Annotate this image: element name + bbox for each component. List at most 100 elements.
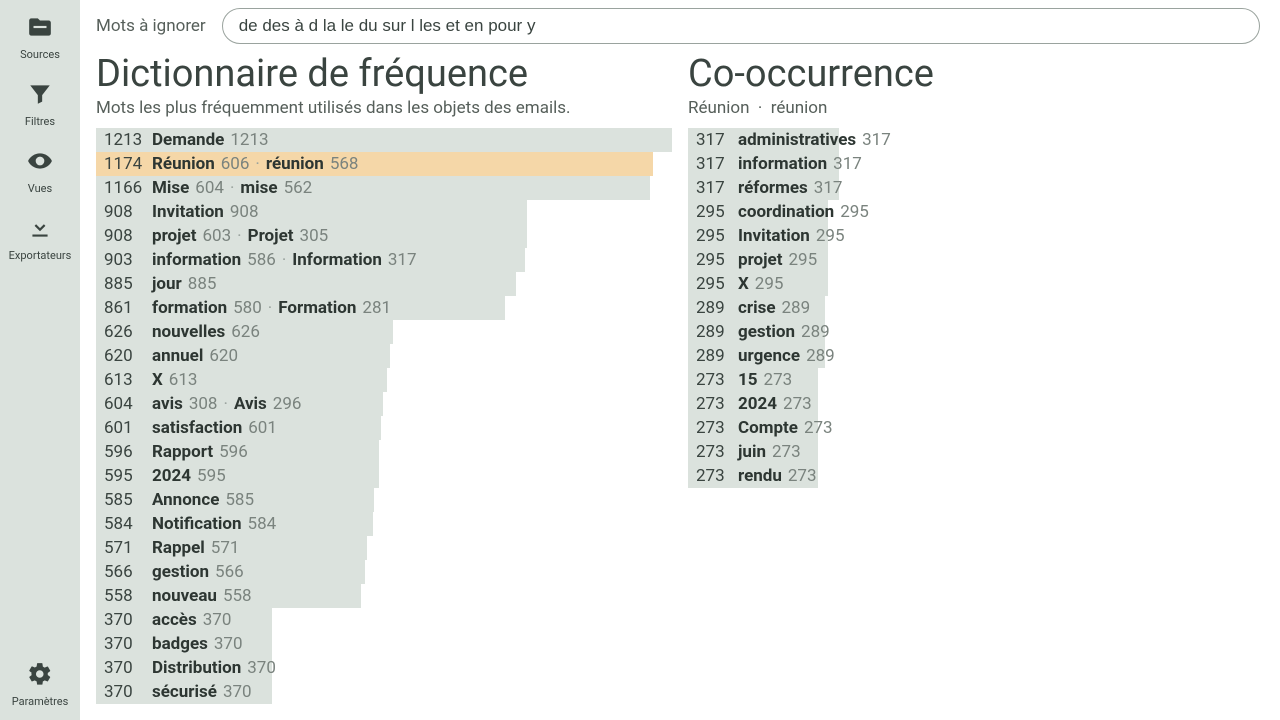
word: Avis <box>234 394 267 414</box>
word: Demande <box>152 130 224 150</box>
word: nouveau <box>152 586 217 606</box>
row-words: information317 <box>738 154 862 174</box>
frequency-row[interactable]: 613X613 <box>96 368 672 392</box>
frequency-row[interactable]: 370badges370 <box>96 632 672 656</box>
sidebar-item-sources[interactable]: Sources <box>9 6 72 73</box>
row-total: 295 <box>696 202 732 222</box>
row-total: 273 <box>696 370 732 390</box>
row-words: projet295 <box>738 250 817 270</box>
row-total: 273 <box>696 394 732 414</box>
eye-icon <box>27 148 53 178</box>
ignore-words-input[interactable] <box>222 8 1260 44</box>
row-total: 601 <box>104 418 146 438</box>
frequency-row[interactable]: 861 formation580·Formation281 <box>96 296 672 320</box>
row-words: gestion566 <box>152 562 244 582</box>
cooccurrence-row[interactable]: 295X295 <box>688 272 1260 296</box>
frequency-row[interactable]: 585Annonce585 <box>96 488 672 512</box>
word: mise <box>240 178 277 198</box>
separator-dot: · <box>282 250 286 270</box>
frequency-row[interactable]: 908Invitation908 <box>96 200 672 224</box>
cooccurrence-row[interactable]: 289crise289 <box>688 296 1260 320</box>
frequency-row[interactable]: 885jour885 <box>96 272 672 296</box>
word-count: 370 <box>203 610 232 630</box>
word-count: 1213 <box>230 130 268 150</box>
frequency-row[interactable]: 370Distribution 370 <box>96 656 672 680</box>
word-count: 580 <box>233 298 262 318</box>
word: X <box>738 274 749 294</box>
subtitle-word: réunion <box>771 98 828 118</box>
frequency-row[interactable]: 5952024595 <box>96 464 672 488</box>
frequency-row[interactable]: 626nouvelles626 <box>96 320 672 344</box>
row-total: 595 <box>104 466 146 486</box>
word: badges <box>152 634 208 654</box>
sidebar-item-filtres[interactable]: Filtres <box>9 73 72 140</box>
sidebar-item-exportateurs[interactable]: Exportateurs <box>9 207 72 274</box>
row-words: Invitation908 <box>152 202 259 222</box>
word: Projet <box>248 226 294 246</box>
row-words: réformes317 <box>738 178 842 198</box>
row-words: formation580·Formation281 <box>152 298 391 318</box>
word-count: 370 <box>247 658 276 678</box>
frequency-row[interactable]: 620annuel620 <box>96 344 672 368</box>
row-words: badges370 <box>152 634 243 654</box>
word-count: 568 <box>330 154 359 174</box>
cooccurrence-row[interactable]: 289gestion289 <box>688 320 1260 344</box>
word: Invitation <box>152 202 224 222</box>
frequency-row[interactable]: 558nouveau558 <box>96 584 672 608</box>
frequency-row[interactable]: 370accès370 <box>96 608 672 632</box>
row-total: 1166 <box>104 178 146 198</box>
frequency-row[interactable]: 1166Mise604·mise562 <box>96 176 672 200</box>
row-words: Distribution 370 <box>152 658 276 678</box>
cooccurrence-row[interactable]: 295projet295 <box>688 248 1260 272</box>
row-total: 861 <box>104 298 146 318</box>
sidebar: SourcesFiltresVues Exportateurs Paramètre… <box>0 0 80 720</box>
row-total: 885 <box>104 274 146 294</box>
cooccurrence-row[interactable]: 273rendu273 <box>688 464 1260 488</box>
frequency-row[interactable]: 903information586·Information317 <box>96 248 672 272</box>
word: satisfaction <box>152 418 242 438</box>
word: 15 <box>738 370 758 390</box>
frequency-row[interactable]: 1174Réunion606·réunion568 <box>96 152 672 176</box>
cooccurrence-row[interactable]: 289urgence289 <box>688 344 1260 368</box>
word: Compte <box>738 418 798 438</box>
cooccurrence-row[interactable]: 2732024273 <box>688 392 1260 416</box>
word: Distribution <box>152 658 241 678</box>
word-count: 571 <box>211 538 240 558</box>
frequency-row[interactable]: 601satisfaction601 <box>96 416 672 440</box>
word: Rappel <box>152 538 205 558</box>
frequency-row[interactable]: 566gestion566 <box>96 560 672 584</box>
cooccurrence-row[interactable]: 317information317 <box>688 152 1260 176</box>
cooccurrence-row[interactable]: 295coordination295 <box>688 200 1260 224</box>
row-total: 571 <box>104 538 146 558</box>
word-count: 273 <box>783 394 812 414</box>
word: jour <box>152 274 182 294</box>
separator-dot: · <box>230 178 234 198</box>
row-total: 626 <box>104 322 146 342</box>
cooccurrence-row[interactable]: 273Compte273 <box>688 416 1260 440</box>
frequency-row[interactable]: 1213 Demande 1213 <box>96 128 672 152</box>
frequency-row[interactable]: 370sécurisé370 <box>96 680 672 704</box>
row-total: 289 <box>696 298 732 318</box>
separator-dot: · <box>255 154 259 174</box>
row-words: sécurisé370 <box>152 682 252 702</box>
cooccurrence-row[interactable]: 273juin273 <box>688 440 1260 464</box>
row-total: 604 <box>104 394 146 414</box>
frequency-row[interactable]: 584Notification584 <box>96 512 672 536</box>
frequency-row[interactable]: 604avis308·Avis296 <box>96 392 672 416</box>
cooccurrence-row[interactable]: 317réformes317 <box>688 176 1260 200</box>
word: Annonce <box>152 490 219 510</box>
sidebar-item-vues[interactable]: Vues <box>9 140 72 207</box>
row-words: Rappel 571 <box>152 538 239 558</box>
cooccurrence-row[interactable]: 27315273 <box>688 368 1260 392</box>
frequency-row[interactable]: 571 Rappel 571 <box>96 536 672 560</box>
frequency-row[interactable]: 908projet603·Projet305 <box>96 224 672 248</box>
frequency-row[interactable]: 596Rapport596 <box>96 440 672 464</box>
sidebar-item-parametres[interactable]: Paramètres <box>0 653 80 720</box>
row-total: 1213 <box>104 130 146 150</box>
word-count: 273 <box>804 418 833 438</box>
sidebar-item-label: Exportateurs <box>9 249 72 262</box>
word: Réunion <box>152 154 215 174</box>
cooccurrence-row[interactable]: 317administratives317 <box>688 128 1260 152</box>
word-count: 606 <box>221 154 250 174</box>
cooccurrence-row[interactable]: 295Invitation295 <box>688 224 1260 248</box>
